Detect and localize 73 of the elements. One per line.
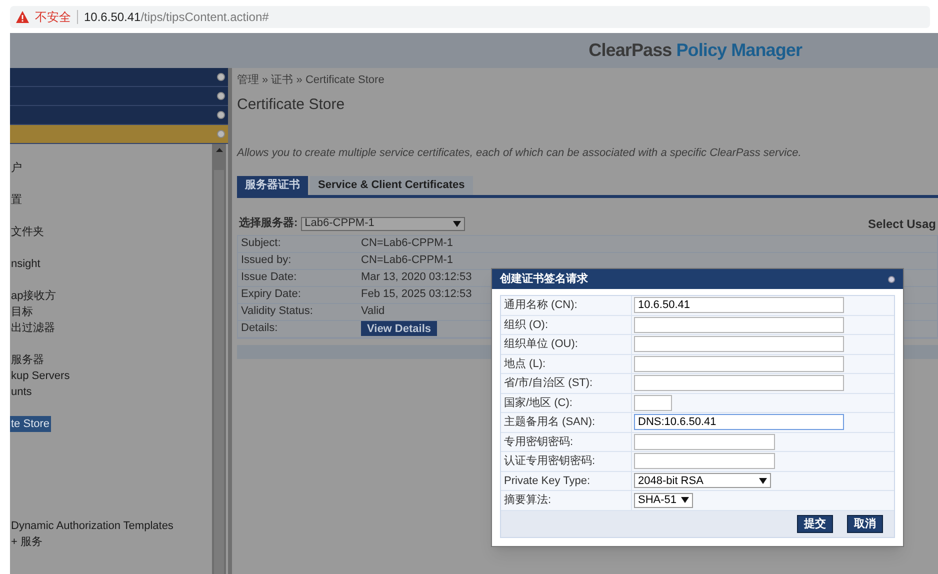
- text-field[interactable]: [634, 356, 844, 372]
- sidebar-item[interactable]: 户: [10, 160, 23, 176]
- address-bar[interactable]: 不安全 10.6.50.41/tips/tipsContent.action#: [10, 6, 930, 28]
- page-description: Allows you to create multiple service certificates, each of which can be associated with a specific ClearPass service.: [237, 146, 802, 161]
- field-label: 主题备用名 (SAN):: [501, 413, 632, 432]
- detail-label: Expiry Date:: [240, 287, 302, 302]
- field-label: 认证专用密钥密码:: [501, 452, 632, 470]
- password-field[interactable]: [634, 453, 775, 470]
- text-field[interactable]: [634, 394, 672, 411]
- text-field[interactable]: [634, 375, 844, 392]
- field-label: 组织 (O):: [501, 316, 632, 334]
- detail-label: Issued by:: [240, 253, 292, 268]
- sidebar-item[interactable]: Dynamic Authorization Templates: [10, 518, 174, 534]
- close-icon[interactable]: [888, 276, 895, 282]
- detail-value: Feb 15, 2025 03:12:53: [361, 287, 472, 302]
- sidebar-item[interactable]: 置: [10, 192, 23, 208]
- warning-icon: [16, 10, 29, 22]
- sidebar-item[interactable]: kup Servers: [10, 368, 71, 384]
- digest-select[interactable]: SHA-51: [634, 492, 693, 508]
- field-label: 组织单位 (OU):: [501, 335, 632, 354]
- scroll-up-icon[interactable]: [216, 148, 222, 152]
- detail-label: Issue Date:: [240, 270, 298, 286]
- detail-value: CN=Lab6-CPPM-1: [361, 236, 454, 252]
- sidebar-item[interactable]: te Store: [10, 416, 51, 432]
- field-label: 地点 (L):: [501, 354, 632, 373]
- sidebar-item[interactable]: + 服务: [10, 534, 44, 550]
- sidebar-item[interactable]: 目标: [10, 304, 34, 320]
- sidebar-item[interactable]: 服务器: [10, 352, 45, 368]
- security-warning: 不安全: [35, 8, 71, 26]
- sidebar-item[interactable]: 出过滤器: [10, 320, 56, 336]
- field-label: 专用密钥密码:: [501, 432, 632, 451]
- dropdown-caret-icon: [452, 220, 461, 226]
- detail-label: Subject:: [240, 236, 282, 252]
- sidebar-section-bar[interactable]: [10, 106, 228, 125]
- sidebar-section-bar[interactable]: [10, 68, 228, 87]
- detail-label: Details:: [240, 321, 279, 336]
- server-select[interactable]: Lab6-CPPM-1: [300, 216, 465, 230]
- url-text: 10.6.50.41/tips/tipsContent.action#: [84, 8, 269, 26]
- detail-value: Mar 13, 2020 03:12:53: [361, 270, 472, 286]
- password-field[interactable]: [634, 434, 775, 450]
- text-field[interactable]: 10.6.50.41: [634, 297, 844, 314]
- server-select-label: 选择服务器:: [239, 216, 298, 232]
- usage-label: Select Usag: [868, 216, 936, 232]
- breadcrumb: 管理 » 证书 » Certificate Store: [237, 73, 386, 88]
- detail-value: CN=Lab6-CPPM-1: [361, 253, 454, 268]
- brand-title: ClearPass Policy Manager: [588, 39, 802, 62]
- dropdown-caret-icon: [680, 497, 689, 504]
- page-title: Certificate Store: [237, 94, 346, 114]
- detail-value: Valid: [361, 304, 385, 320]
- dropdown-caret-icon: [759, 478, 767, 484]
- detail-label: Validity Status:: [240, 304, 314, 320]
- text-field[interactable]: [634, 316, 844, 333]
- dialog-button[interactable]: 取消: [847, 514, 883, 532]
- sidebar-section-bar[interactable]: [10, 87, 228, 106]
- sidebar-item[interactable]: 文件夹: [10, 224, 45, 240]
- field-label: 国家/地区 (C):: [501, 394, 632, 412]
- sidebar-section-bar[interactable]: [10, 125, 228, 144]
- sidebar-item[interactable]: ap接收方: [10, 288, 58, 304]
- text-field[interactable]: [634, 336, 844, 352]
- field-label: Private Key Type:: [501, 472, 632, 490]
- view-details-button[interactable]: View Details: [361, 321, 437, 336]
- field-label: 省/市/自治区 (ST):: [501, 374, 632, 392]
- field-label: 摘要算法:: [501, 491, 632, 510]
- scrollbar[interactable]: [212, 144, 226, 574]
- dialog-title: 创建证书签名请求: [500, 272, 588, 287]
- tab[interactable]: Service & Client Certificates: [310, 176, 473, 194]
- tab[interactable]: 服务器证书: [237, 176, 308, 194]
- text-field[interactable]: DNS:10.6.50.41: [634, 414, 844, 430]
- field-label: 通用名称 (CN):: [501, 296, 632, 314]
- key-type-select[interactable]: 2048-bit RSA: [634, 473, 771, 488]
- sidebar-item[interactable]: nsight: [10, 256, 42, 272]
- dialog-button[interactable]: 提交: [797, 514, 833, 532]
- sidebar-item[interactable]: unts: [10, 384, 33, 400]
